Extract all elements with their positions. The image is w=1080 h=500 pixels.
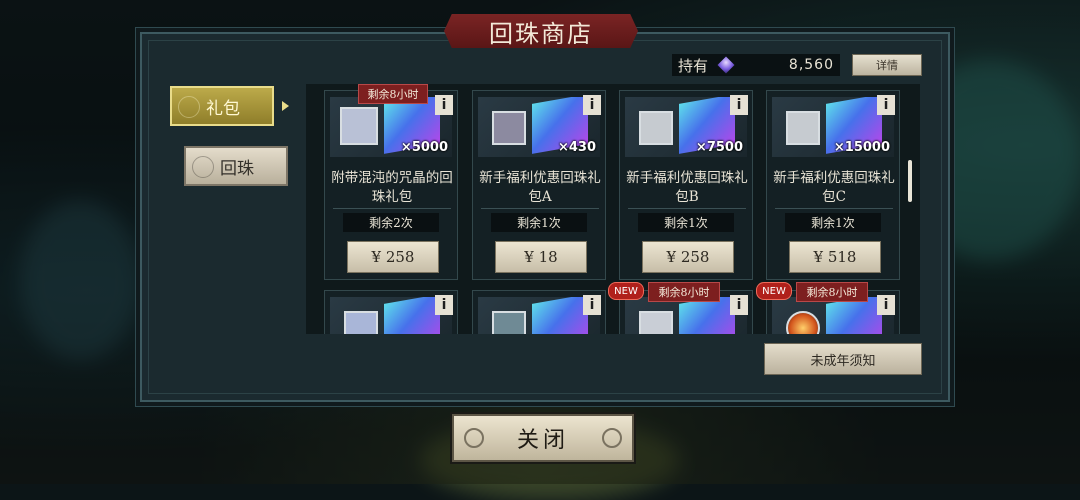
tab-bead[interactable]: 回珠 xyxy=(184,146,288,186)
close-button[interactable]: 关闭 xyxy=(452,414,634,462)
tab-gift-pack[interactable]: 礼包 xyxy=(170,86,274,126)
divider xyxy=(333,208,451,209)
tab-label: 回珠 xyxy=(220,158,254,179)
time-limit-badge: 剩余8小时 xyxy=(358,84,428,104)
product-card[interactable]: ×15000 i 新手福利优惠回珠礼包C 剩余1次 ¥ 518 xyxy=(766,90,900,280)
product-grid[interactable]: ×5000 i 附带混沌的咒晶的回珠礼包 剩余2次 ¥ 258 剩余8小时 ×4… xyxy=(306,84,920,334)
currency-bar: 持有 8,560 xyxy=(672,54,840,76)
price-button[interactable]: ¥ 18 xyxy=(495,241,587,273)
product-name: 新手福利优惠回珠礼包A xyxy=(479,170,601,205)
detail-button[interactable]: 详情 xyxy=(852,54,922,76)
product-art xyxy=(772,297,894,334)
info-button[interactable]: i xyxy=(583,295,601,315)
divider xyxy=(775,208,893,209)
info-button[interactable]: i xyxy=(730,295,748,315)
product-card[interactable]: ×5000 i 附带混沌的咒晶的回珠礼包 剩余2次 ¥ 258 xyxy=(324,90,458,280)
price-button[interactable]: ¥ 518 xyxy=(789,241,881,273)
product-name: 附带混沌的咒晶的回珠礼包 xyxy=(331,170,453,205)
ticket-item-icon xyxy=(786,111,820,145)
product-art: ×7500 xyxy=(625,97,747,157)
product-card[interactable]: ×430 i 新手福利优惠回珠礼包A 剩余1次 ¥ 18 xyxy=(472,90,606,280)
remaining-count: 剩余1次 xyxy=(491,213,587,232)
product-quantity: ×15000 xyxy=(833,140,890,155)
price-button[interactable]: ¥ 258 xyxy=(347,241,439,273)
currency-label: 持有 xyxy=(678,56,709,75)
info-button[interactable]: i xyxy=(877,95,895,115)
new-badge: NEW xyxy=(756,282,792,300)
crystal-item-icon xyxy=(344,311,378,334)
gem-bundle-icon xyxy=(679,297,735,334)
grid-scrollbar[interactable] xyxy=(908,160,912,202)
info-button[interactable]: i xyxy=(435,295,453,315)
product-quantity: ×7500 xyxy=(695,140,743,155)
product-art: ×430 xyxy=(478,97,600,157)
product-quantity: ×430 xyxy=(557,140,596,155)
info-button[interactable]: i xyxy=(877,295,895,315)
product-quantity: ×5000 xyxy=(400,140,448,155)
product-art: ×5000 xyxy=(330,97,452,157)
gem-bundle-icon xyxy=(826,297,882,334)
info-button[interactable]: i xyxy=(435,95,453,115)
product-card[interactable]: i xyxy=(472,290,606,334)
product-art xyxy=(625,297,747,334)
product-card[interactable]: ×7500 i 新手福利优惠回珠礼包B 剩余1次 ¥ 258 xyxy=(619,90,753,280)
info-button[interactable]: i xyxy=(730,95,748,115)
info-button[interactable]: i xyxy=(583,95,601,115)
orb-item-icon xyxy=(786,311,820,334)
product-name: 新手福利优惠回珠礼包C xyxy=(773,170,895,205)
remaining-count: 剩余1次 xyxy=(638,213,734,232)
price-button[interactable]: ¥ 258 xyxy=(642,241,734,273)
remaining-count: 剩余1次 xyxy=(785,213,881,232)
gem-bundle-icon xyxy=(384,297,440,334)
time-limit-badge: 剩余8小时 xyxy=(648,282,720,302)
product-art xyxy=(330,297,452,334)
crystal-item-icon xyxy=(340,107,378,145)
tab-emblem-icon xyxy=(178,96,200,118)
shop-title: 回珠商店 xyxy=(444,14,638,48)
remaining-count: 剩余2次 xyxy=(343,213,439,232)
relic-item-icon xyxy=(492,111,526,145)
active-tab-arrow-icon xyxy=(282,101,289,111)
divider xyxy=(628,208,746,209)
product-name: 新手福利优惠回珠礼包B xyxy=(626,170,748,205)
mirror-item-icon xyxy=(492,311,526,334)
time-limit-badge: 剩余8小时 xyxy=(796,282,868,302)
tab-emblem-icon xyxy=(192,156,214,178)
product-art xyxy=(478,297,600,334)
currency-amount: 8,560 xyxy=(788,57,834,73)
ticket-item-icon xyxy=(639,111,673,145)
new-badge: NEW xyxy=(608,282,644,300)
gem-bundle-icon xyxy=(532,297,588,334)
product-art: ×15000 xyxy=(772,97,894,157)
minor-notice-button[interactable]: 未成年须知 xyxy=(764,343,922,375)
potion-item-icon xyxy=(639,311,673,334)
product-card[interactable]: i xyxy=(324,290,458,334)
divider xyxy=(481,208,599,209)
tab-label: 礼包 xyxy=(206,98,240,119)
